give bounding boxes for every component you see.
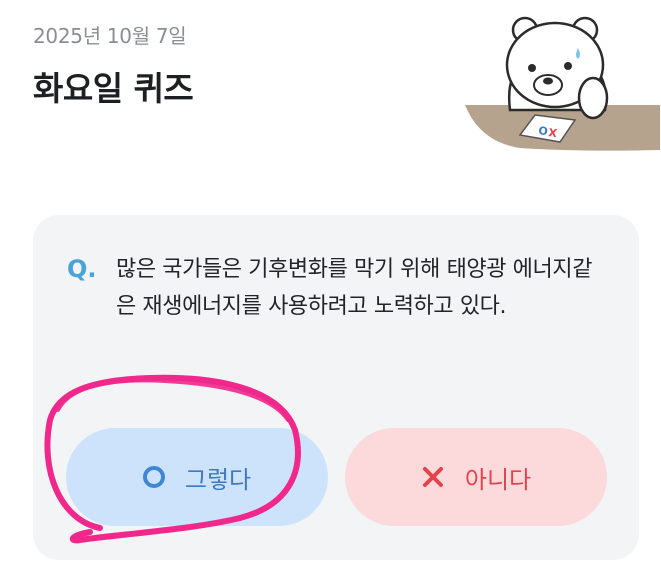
question-marker: Q. (67, 255, 97, 283)
x-icon (422, 467, 443, 487)
bear-mascot-illustration: O X (465, 16, 660, 151)
page-title: 화요일 퀴즈 (33, 69, 194, 108)
quiz-card: Q. 많은 국가들은 기후변화를 막기 위해 태양광 에너지같은 재생에너지를 … (33, 215, 639, 560)
question-text: 많은 국가들은 기후변화를 막기 위해 태양광 에너지같은 재생에너지를 사용하… (116, 257, 593, 319)
quiz-screen: 2025년 10월 7일 화요일 퀴즈 O X Q. 많은 국가들은 기후변화를… (0, 0, 661, 567)
quiz-date: 2025년 10월 7일 (33, 24, 187, 48)
bear-paw (577, 76, 609, 120)
yes-button-label: 그렇다 (184, 465, 252, 494)
no-button[interactable]: 아니다 (345, 428, 607, 526)
bear-nose (543, 77, 553, 85)
bear-eye-right (564, 62, 572, 70)
bear-eye-left (528, 64, 536, 72)
no-button-label: 아니다 (464, 465, 532, 494)
yes-button[interactable]: 그렇다 (66, 428, 328, 526)
circle-o-icon (142, 466, 165, 488)
